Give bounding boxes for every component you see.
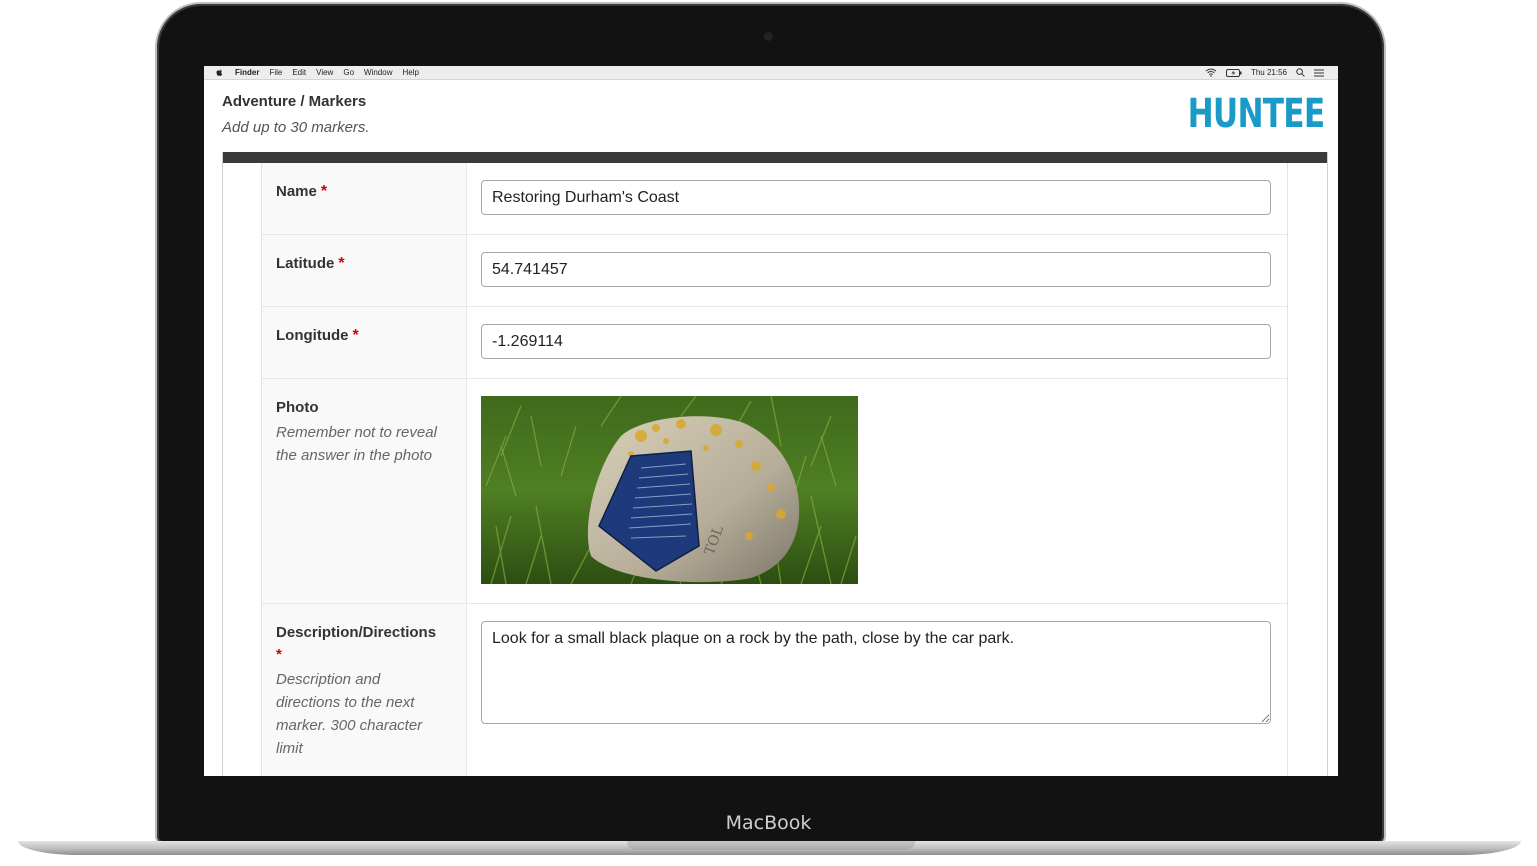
menu-view[interactable]: View — [316, 68, 333, 77]
menu-finder[interactable]: Finder — [235, 68, 259, 77]
wifi-icon[interactable] — [1205, 68, 1217, 77]
marker-form: Name* Latitude* — [261, 163, 1288, 776]
description-hint: Description and directions to the next m… — [276, 671, 423, 757]
panel-header-bar — [223, 152, 1327, 163]
required-mark: * — [320, 183, 328, 200]
description-label-cell: Description/Directions * Description and … — [262, 604, 467, 776]
description-field-cell: Look for a small black plaque on a rock … — [467, 604, 1287, 776]
required-mark: * — [338, 255, 345, 272]
longitude-label: Longitude — [276, 327, 349, 344]
required-mark: * — [276, 646, 282, 663]
battery-icon[interactable] — [1225, 68, 1242, 77]
marker-photo[interactable]: TOL — [481, 396, 858, 584]
description-row: Description/Directions * Description and … — [262, 604, 1287, 776]
name-label-cell: Name * — [262, 163, 467, 234]
camera-icon — [764, 32, 773, 41]
photo-row: Photo Remember not to reveal the answer … — [262, 379, 1287, 604]
longitude-field-cell — [467, 307, 1287, 378]
latitude-label: Latitude — [276, 255, 335, 272]
menu-help[interactable]: Help — [402, 68, 418, 77]
name-label: Name — [276, 183, 317, 200]
description-label-text: Description/Directions — [276, 624, 437, 641]
menu-edit[interactable]: Edit — [292, 68, 306, 77]
markers-panel: Name* Latitude* — [222, 152, 1328, 776]
clock[interactable]: Thu 21:56 — [1251, 68, 1287, 77]
huntee-logo[interactable]: HUNTEE — [1187, 92, 1325, 136]
description-textarea[interactable]: Look for a small black plaque on a rock … — [481, 621, 1271, 724]
longitude-row: Longitude * — [262, 307, 1287, 379]
menu-go[interactable]: Go — [343, 68, 354, 77]
required-mark: * — [352, 327, 359, 344]
photo-label-cell: Photo Remember not to reveal the answer … — [262, 379, 467, 603]
search-icon[interactable] — [1296, 68, 1305, 77]
name-input[interactable] — [481, 180, 1271, 215]
photo-field-cell: TOL — [467, 379, 1287, 603]
longitude-label-cell: Longitude * — [262, 307, 467, 378]
latitude-input[interactable] — [481, 252, 1271, 287]
name-field-cell — [467, 163, 1287, 234]
screen: Finder File Edit View Go Window Help Thu… — [204, 66, 1338, 776]
menu-file[interactable]: File — [269, 68, 282, 77]
latitude-row: Latitude * — [262, 235, 1287, 307]
list-icon[interactable] — [1314, 69, 1324, 77]
latitude-field-cell — [467, 235, 1287, 306]
latitude-label-cell: Latitude * — [262, 235, 467, 306]
name-row: Name * — [262, 163, 1287, 235]
description-label: Description/Directions * — [276, 622, 456, 666]
photo-label: Photo — [276, 399, 319, 416]
status-area: Thu 21:56 — [1205, 66, 1324, 79]
laptop-brand: MacBook — [725, 812, 812, 834]
apple-icon[interactable] — [215, 68, 224, 77]
page-subtitle: Add up to 30 markers. — [222, 119, 370, 136]
photo-hint: Remember not to reveal the answer in the… — [276, 424, 437, 464]
laptop-mockup: Finder File Edit View Go Window Help Thu… — [0, 0, 1537, 866]
longitude-input[interactable] — [481, 324, 1271, 359]
laptop-notch — [627, 841, 915, 850]
page-title: Adventure / Markers — [222, 93, 367, 110]
menu-bar: Finder File Edit View Go Window Help Thu… — [204, 66, 1338, 80]
menu-window[interactable]: Window — [364, 68, 392, 77]
